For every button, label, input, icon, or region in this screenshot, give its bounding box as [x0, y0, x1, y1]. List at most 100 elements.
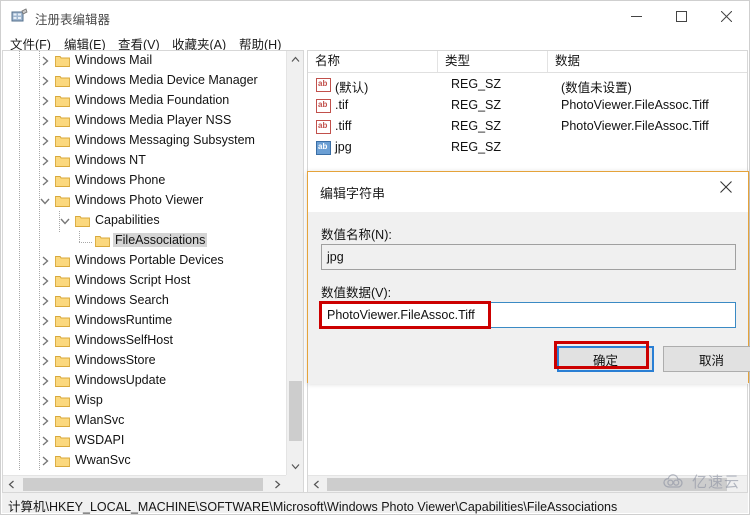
chevron-right-icon[interactable] [39, 315, 51, 327]
chevron-right-icon[interactable] [39, 275, 51, 287]
tree-item-windowsselfhost[interactable]: WindowsSelfHost [3, 331, 286, 351]
tree-item-windowsupdate[interactable]: WindowsUpdate [3, 371, 286, 391]
edit-string-dialog: 编辑字符串 数值名称(N): jpg 数值数据(V): PhotoViewer.… [307, 171, 750, 384]
tree-item-label: WwanSvc [75, 453, 131, 467]
tree-guide-line [19, 51, 20, 471]
ok-button[interactable]: 确定 [557, 346, 654, 372]
tree-item-label: WindowsStore [75, 353, 156, 367]
watermark: 亿速云 [663, 471, 740, 492]
registry-editor-icon [11, 8, 28, 22]
chevron-right-icon[interactable] [39, 255, 51, 267]
chevron-right-icon[interactable] [39, 115, 51, 127]
tree-scroll-thumb[interactable] [289, 381, 302, 441]
tree-item-label: Windows Photo Viewer [75, 193, 204, 207]
chevron-right-icon[interactable] [39, 135, 51, 147]
dialog-close-button[interactable] [704, 172, 748, 202]
tree-item-label: Windows Script Host [75, 273, 191, 287]
tree-item-wsdapi[interactable]: WSDAPI [3, 431, 286, 451]
value-row[interactable]: ab jpg REG_SZ [308, 138, 747, 159]
tree-item-wlansvc[interactable]: WlanSvc [3, 411, 286, 431]
chevron-right-icon[interactable] [39, 395, 51, 407]
folder-icon [55, 316, 70, 327]
folder-icon [55, 456, 70, 467]
tree-scrollbar-corner [286, 475, 303, 492]
tree-horizontal-scrollbar[interactable] [3, 475, 286, 492]
value-data-input[interactable]: PhotoViewer.FileAssoc.Tiff [321, 302, 736, 328]
folder-icon [55, 136, 70, 147]
tree-item-windows-portable-devices[interactable]: Windows Portable Devices [3, 251, 286, 271]
chevron-right-icon[interactable] [39, 375, 51, 387]
chevron-right-icon[interactable] [39, 95, 51, 107]
chevron-right-icon[interactable] [39, 415, 51, 427]
tree-item-windows-phone[interactable]: Windows Phone [3, 171, 286, 191]
tree-item-windows-messaging-subsystem[interactable]: Windows Messaging Subsystem [3, 131, 286, 151]
tree-item-label: Windows Phone [75, 173, 166, 187]
tree-scroll-left-button[interactable] [3, 476, 20, 492]
string-value-icon: ab [316, 99, 331, 113]
chevron-right-icon[interactable] [39, 175, 51, 187]
close-button[interactable] [704, 1, 749, 32]
tree-item-windows-media-player-nss[interactable]: Windows Media Player NSS [3, 111, 286, 131]
folder-icon [55, 336, 70, 347]
column-header-type[interactable]: 类型 [438, 51, 548, 72]
registry-tree[interactable]: Windows Mail Windows Media Device Manager… [3, 51, 286, 475]
value-row[interactable]: ab (默认) REG_SZ (数值未设置) [308, 75, 747, 96]
tree-item-wwansvc[interactable]: WwanSvc [3, 451, 286, 471]
tree-item-windows-media-foundation[interactable]: Windows Media Foundation [3, 91, 286, 111]
value-row[interactable]: ab .tif REG_SZ PhotoViewer.FileAssoc.Tiff [308, 96, 747, 117]
tree-item-fileassociations[interactable]: FileAssociations [3, 231, 286, 251]
tree-scroll-up-button[interactable] [287, 51, 303, 68]
chevron-right-icon[interactable] [39, 355, 51, 367]
string-value-icon-glyph: ab [318, 79, 328, 88]
maximize-button[interactable] [659, 1, 704, 32]
window-controls [614, 1, 749, 32]
value-name-input[interactable]: jpg [321, 244, 736, 270]
tree-item-capabilities[interactable]: Capabilities [3, 211, 286, 231]
tree-item-windows-mail[interactable]: Windows Mail [3, 51, 286, 71]
status-bar: 计算机\HKEY_LOCAL_MACHINE\SOFTWARE\Microsof… [2, 492, 748, 514]
value-name-label: 数值名称(N): [321, 228, 392, 242]
tree-item-label: Windows Media Player NSS [75, 113, 232, 127]
tree-item-label: WindowsUpdate [75, 373, 167, 387]
tree-item-label: Windows Portable Devices [75, 253, 224, 267]
string-value-icon: ab [316, 141, 331, 155]
tree-item-windows-nt[interactable]: Windows NT [3, 151, 286, 171]
chevron-down-icon[interactable] [39, 195, 51, 207]
value-name: jpg [335, 140, 352, 154]
minimize-button[interactable] [614, 1, 659, 32]
string-value-icon: ab [316, 78, 331, 92]
chevron-right-icon[interactable] [39, 155, 51, 167]
tree-item-windows-script-host[interactable]: Windows Script Host [3, 271, 286, 291]
tree-item-wisp[interactable]: Wisp [3, 391, 286, 411]
chevron-right-icon[interactable] [39, 335, 51, 347]
tree-item-windows-media-device-manager[interactable]: Windows Media Device Manager [3, 71, 286, 91]
tree-item-label: Windows Search [75, 293, 169, 307]
folder-icon [55, 296, 70, 307]
chevron-right-icon[interactable] [39, 455, 51, 467]
tree-item-windows-search[interactable]: Windows Search [3, 291, 286, 311]
tree-guide-line [79, 231, 80, 242]
tree-item-windowsruntime[interactable]: WindowsRuntime [3, 311, 286, 331]
chevron-down-icon[interactable] [59, 215, 71, 227]
tree-scroll-right-button[interactable] [269, 476, 286, 492]
tree-hscroll-thumb[interactable] [23, 478, 263, 491]
title-bar: 注册表编辑器 [1, 1, 749, 32]
column-header-name[interactable]: 名称 [308, 51, 438, 72]
chevron-right-icon[interactable] [39, 435, 51, 447]
values-scroll-left-button[interactable] [308, 476, 325, 492]
chevron-right-icon[interactable] [39, 295, 51, 307]
chevron-right-icon[interactable] [39, 75, 51, 87]
tree-vertical-scrollbar[interactable] [286, 51, 303, 475]
tree-item-label: Windows NT [75, 153, 146, 167]
folder-icon [55, 356, 70, 367]
cancel-button[interactable]: 取消 [663, 346, 750, 372]
tree-item-windowsstore[interactable]: WindowsStore [3, 351, 286, 371]
column-header-data[interactable]: 数据 [548, 51, 747, 72]
tree-item-label: WindowsRuntime [75, 313, 173, 327]
tree-item-windows-photo-viewer[interactable]: Windows Photo Viewer [3, 191, 286, 211]
chevron-right-icon[interactable] [39, 55, 51, 67]
value-data: (数值未设置) [561, 81, 632, 95]
tree-scroll-down-button[interactable] [287, 458, 303, 475]
tree-item-label: Windows Media Foundation [75, 93, 230, 107]
value-row[interactable]: ab .tiff REG_SZ PhotoViewer.FileAssoc.Tiff [308, 117, 747, 138]
